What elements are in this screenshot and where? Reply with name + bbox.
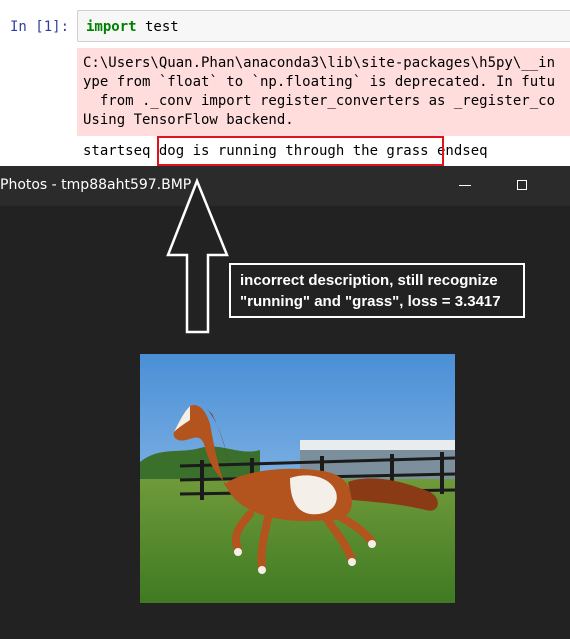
up-arrow-overlay bbox=[166, 177, 229, 334]
up-arrow-icon bbox=[166, 177, 229, 334]
annotation-box: incorrect description, still recognize "… bbox=[229, 263, 525, 318]
annotation-text: incorrect description, still recognize "… bbox=[240, 272, 501, 310]
